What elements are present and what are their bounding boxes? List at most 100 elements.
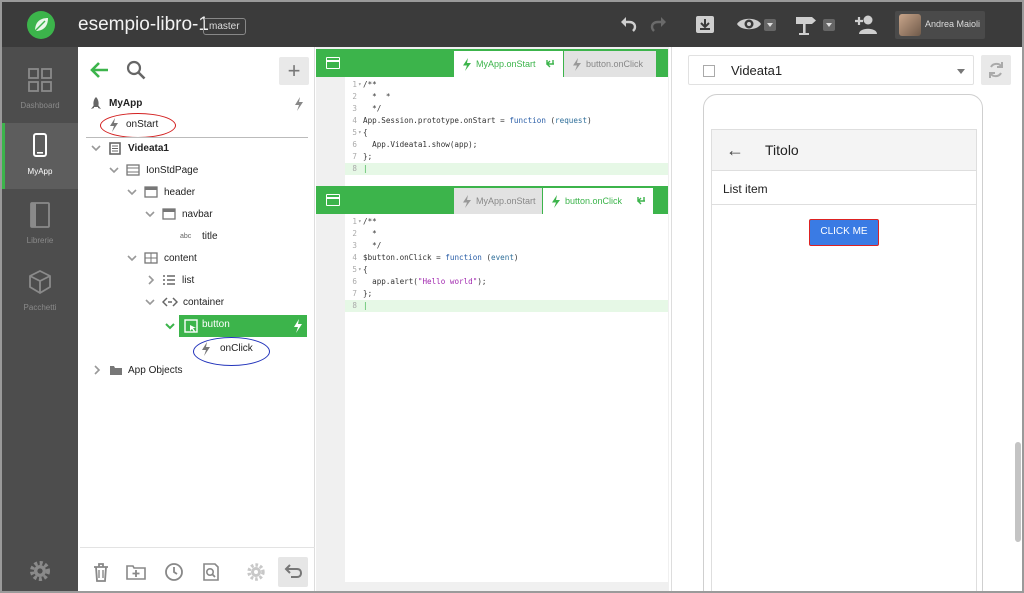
refresh-button[interactable]	[981, 55, 1011, 85]
tree-node-label: list	[182, 275, 195, 286]
lightning-events-icon[interactable]	[293, 319, 303, 333]
tree-header: +	[80, 47, 315, 93]
grid-icon	[144, 252, 158, 264]
project-tree-panel: + MyApp onStart Videata1 IonStdPage head…	[80, 47, 315, 591]
avatar	[899, 14, 921, 36]
nav-item-dashboard[interactable]: Dashboard	[2, 57, 78, 123]
lightning-events-icon[interactable]	[294, 97, 304, 111]
scrollbar[interactable]	[1015, 442, 1021, 542]
tree-node-ionstdpage[interactable]: IonStdPage	[106, 161, 306, 181]
undo-icon	[284, 564, 303, 578]
nav-item-pacchetti[interactable]: Pacchetti	[2, 259, 78, 325]
tree-footer-toolbar	[80, 547, 315, 591]
preview-panel: Videata1 ← Titolo List item CLICK ME	[671, 47, 1022, 591]
add-button[interactable]: +	[279, 57, 309, 85]
editor-tabbar-top: MyApp.onStart button.onClick	[316, 49, 668, 77]
nav-label: Pacchetti	[23, 303, 57, 312]
list-item[interactable]: List item	[711, 174, 977, 205]
code-editor-onstart[interactable]: 1 ▾/** 2 * * 3 */ 4 App.Session.prototype.…	[345, 77, 668, 201]
chevron-down-icon[interactable]	[144, 296, 156, 308]
package-icon	[29, 269, 51, 295]
search-icon[interactable]	[126, 60, 146, 80]
tree-node-navbar[interactable]: navbar	[142, 205, 302, 225]
user-name: Andrea Maioli	[925, 19, 981, 29]
chevron-down-icon[interactable]	[144, 208, 156, 220]
tab-label: MyApp.onStart	[476, 196, 536, 206]
library-icon	[30, 202, 50, 228]
chevron-right-icon[interactable]	[91, 364, 103, 376]
branch-badge[interactable]: master	[203, 18, 246, 35]
tree-node-container[interactable]: container	[142, 293, 302, 313]
back-arrow-icon[interactable]: ←	[726, 140, 744, 160]
trash-icon[interactable]	[91, 562, 111, 582]
chevron-down-icon[interactable]	[126, 186, 138, 198]
tree-node-list[interactable]: list	[142, 271, 302, 291]
signpost-dropdown-icon[interactable]	[823, 19, 835, 31]
divider	[86, 137, 308, 138]
return-icon[interactable]	[635, 194, 647, 206]
refresh-icon	[989, 62, 1003, 78]
undo-icon[interactable]	[618, 12, 640, 36]
click-me-button[interactable]: CLICK ME	[809, 219, 879, 246]
return-icon[interactable]	[544, 57, 556, 69]
screen-select[interactable]: Videata1	[688, 55, 974, 85]
tree-node-label: content	[164, 253, 197, 264]
nav-item-librerie[interactable]: Librerie	[2, 192, 78, 258]
add-user-icon[interactable]	[854, 12, 878, 36]
tree-node-label: IonStdPage	[146, 165, 199, 176]
editor-tabbar-bottom: MyApp.onStart button.onClick	[316, 186, 668, 214]
tree-node-app-objects[interactable]: App Objects	[88, 361, 308, 381]
preview-header: ← Titolo	[711, 129, 977, 171]
tab-button-onclick[interactable]: button.onClick	[564, 51, 656, 77]
add-folder-icon[interactable]	[126, 562, 146, 582]
project-title[interactable]: esempio-libro-1	[78, 14, 209, 36]
lightning-icon	[552, 195, 560, 208]
chevron-down-icon[interactable]	[108, 164, 120, 176]
chevron-down-icon[interactable]	[164, 320, 176, 332]
restore-button[interactable]	[278, 557, 308, 587]
preview-title: Titolo	[765, 142, 799, 158]
download-icon[interactable]	[694, 12, 716, 36]
tree-node-content[interactable]: content	[124, 249, 304, 269]
tree-node-label: navbar	[182, 209, 213, 220]
tree-node-myapp[interactable]: MyApp	[88, 94, 308, 114]
gear-icon[interactable]	[28, 559, 52, 583]
history-icon[interactable]	[164, 562, 184, 582]
eye-dropdown-icon[interactable]	[764, 19, 776, 31]
chevron-right-icon[interactable]	[145, 274, 157, 286]
tab-button-onclick[interactable]: button.onClick	[543, 188, 653, 214]
layout-icon	[126, 164, 140, 176]
button-icon	[184, 319, 198, 333]
header-icon	[144, 186, 158, 198]
redo-icon[interactable]	[647, 12, 669, 36]
tree-node-videata1[interactable]: Videata1	[88, 139, 308, 159]
nav-item-myapp[interactable]: MyApp	[2, 123, 78, 189]
tree-node-button[interactable]: button	[165, 315, 307, 337]
nav-label: MyApp	[27, 167, 53, 176]
nav-label: Librerie	[26, 236, 54, 245]
chevron-down-icon[interactable]	[126, 252, 138, 264]
file-icon[interactable]	[326, 194, 340, 206]
lightning-icon	[463, 58, 471, 71]
tab-label: button.onClick	[586, 59, 644, 69]
tab-myapp-onstart[interactable]: MyApp.onStart	[454, 188, 542, 214]
tree-node-label: MyApp	[109, 98, 143, 109]
tree-node-label: container	[183, 297, 225, 308]
tree-node-header[interactable]: header	[124, 183, 304, 203]
inspect-icon[interactable]	[201, 562, 221, 582]
rocket-icon	[91, 97, 101, 109]
editor-empty-area[interactable]	[345, 317, 668, 582]
file-icon[interactable]	[326, 57, 340, 69]
tree-node-title[interactable]: abc title	[178, 227, 298, 247]
user-menu[interactable]: Andrea Maioli	[895, 11, 985, 39]
gear-icon[interactable]	[246, 562, 266, 582]
signpost-icon[interactable]	[794, 12, 818, 36]
mobile-icon	[33, 133, 47, 157]
tab-myapp-onstart[interactable]: MyApp.onStart	[454, 51, 563, 77]
nav-label: Dashboard	[20, 101, 60, 110]
code-editor-onclick[interactable]: 1 ▾/** 2 * 3 */ 4 $button.onClick = functi…	[345, 214, 668, 317]
chevron-down-icon[interactable]	[90, 142, 102, 154]
back-arrow-icon[interactable]	[90, 61, 110, 79]
eye-icon[interactable]	[736, 12, 762, 36]
leaf-logo-icon[interactable]	[26, 10, 56, 40]
